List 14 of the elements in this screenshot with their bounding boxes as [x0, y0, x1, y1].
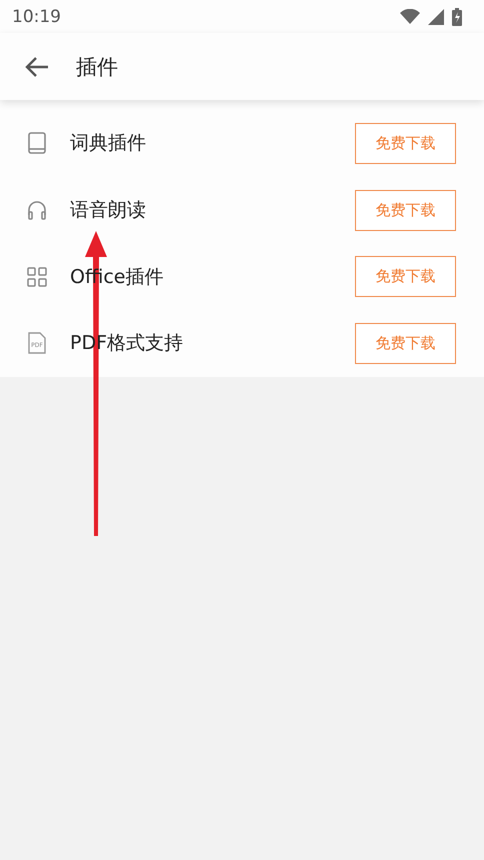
grid-icon	[27, 266, 47, 287]
download-button[interactable]: 免费下载	[355, 190, 456, 231]
plugin-name: 词典插件	[70, 131, 147, 156]
plugin-name: 语音朗读	[70, 198, 147, 224]
page-title: 插件	[76, 54, 118, 80]
status-time: 10:19	[12, 6, 61, 26]
headphones-icon	[27, 200, 47, 220]
download-button[interactable]: 免费下载	[355, 322, 456, 364]
signal-icon	[428, 8, 444, 24]
book-icon	[27, 132, 47, 154]
download-button[interactable]: 免费下载	[355, 256, 456, 298]
download-button[interactable]: 免费下载	[355, 122, 456, 164]
wifi-icon	[400, 9, 420, 24]
battery-icon	[452, 8, 462, 26]
